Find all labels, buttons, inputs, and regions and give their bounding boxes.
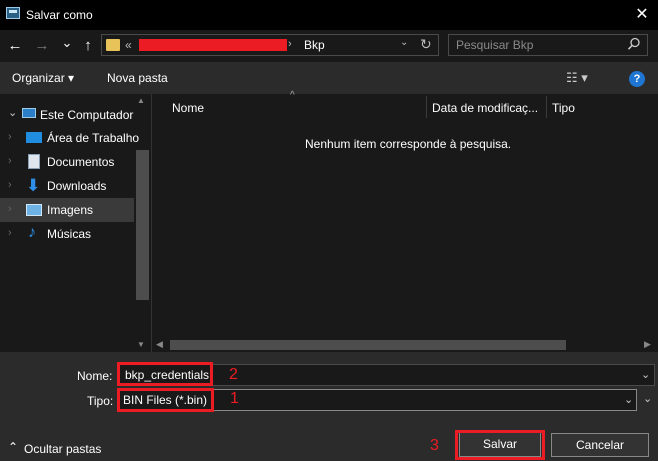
recent-locations-chevron-icon[interactable]: ⌄ (58, 34, 76, 52)
collapsed-chevron-icon[interactable]: › (8, 203, 12, 215)
forward-arrow-icon[interactable]: → (33, 37, 51, 55)
help-icon[interactable]: ? (629, 71, 645, 87)
column-divider[interactable] (426, 96, 427, 118)
search-box[interactable]: Pesquisar Bkp (448, 34, 648, 56)
highlight-box-filename (117, 362, 213, 386)
collapsed-chevron-icon[interactable]: › (8, 179, 12, 191)
documents-icon (28, 154, 40, 169)
sidebar-item-documentos[interactable]: › Documentos (0, 150, 134, 174)
sidebar-item-label: Downloads (47, 179, 107, 193)
close-icon[interactable]: ✕ (632, 4, 652, 24)
downloads-icon: ⬇ (26, 176, 41, 195)
redacted-path-segment (139, 39, 287, 51)
file-list[interactable] (152, 94, 658, 352)
highlight-box-save (455, 430, 545, 460)
breadcrumb-overflow-icon[interactable]: « (125, 38, 132, 52)
app-window-icon (6, 7, 20, 19)
up-arrow-icon[interactable]: ↑ (79, 37, 97, 55)
new-folder-button[interactable]: Nova pasta (107, 71, 168, 85)
collapsed-chevron-icon[interactable]: › (8, 155, 12, 167)
annotation-step-3: 3 (430, 437, 439, 454)
cancel-button[interactable]: Cancelar (551, 433, 649, 457)
expanded-chevron-icon[interactable]: ⌄ (8, 106, 17, 119)
column-header-tipo[interactable]: Tipo (552, 101, 575, 115)
empty-results-message: Nenhum item corresponde à pesquisa. (305, 137, 512, 151)
breadcrumb-separator-icon[interactable]: › (288, 38, 292, 50)
title-bar (0, 0, 658, 30)
pictures-icon (26, 204, 42, 216)
sidebar-scrollbar-thumb[interactable] (136, 150, 149, 300)
column-header-data[interactable]: Data de modificaç... (432, 101, 538, 115)
sidebar-item-area-de-trabalho[interactable]: › Área de Trabalho (0, 126, 139, 150)
sidebar-item-este-computador[interactable]: ⌄ Este Computador (0, 102, 134, 126)
sidebar-item-imagens[interactable]: › Imagens (0, 198, 134, 222)
filename-dropdown-icon[interactable]: ⌄ (641, 368, 650, 381)
sidebar-item-label: Documentos (47, 155, 115, 169)
sidebar-item-label: Imagens (47, 203, 94, 217)
annotation-step-2: 2 (229, 366, 238, 383)
sidebar-item-downloads[interactable]: › ⬇ Downloads (0, 174, 134, 198)
folder-icon (106, 39, 120, 51)
navigation-pane: ⌄ Este Computador › Área de Trabalho › D… (0, 94, 151, 352)
view-options-icon[interactable]: ☷ ▾ (566, 70, 588, 86)
back-arrow-icon[interactable]: ← (6, 37, 24, 55)
hide-folders-chevron-icon[interactable]: ⌃ (8, 440, 18, 454)
desktop-icon (26, 132, 42, 143)
filetype-side-arrow[interactable]: ⌄ (640, 389, 656, 411)
filename-label: Nome: (77, 369, 113, 383)
breadcrumb-current-folder[interactable]: Bkp (304, 38, 325, 52)
horizontal-scrollbar-thumb[interactable] (170, 340, 566, 350)
column-header-nome[interactable]: Nome (172, 101, 204, 115)
sidebar-item-label: Músicas (47, 227, 92, 241)
address-bar[interactable]: « › Bkp ⌄ ↻ (101, 34, 439, 56)
collapsed-chevron-icon[interactable]: › (8, 131, 12, 143)
organize-menu-button[interactable]: Organizar ▾ (12, 71, 74, 85)
column-divider[interactable] (546, 96, 547, 118)
filetype-dropdown-icon[interactable]: ⌄ (624, 393, 633, 406)
scroll-up-icon[interactable]: ▲ (137, 96, 145, 105)
scroll-right-icon[interactable]: ▶ (644, 339, 651, 350)
command-bar: Organizar ▾ Nova pasta ☷ ▾ ? (0, 62, 658, 94)
annotation-step-1: 1 (230, 390, 239, 407)
refresh-icon[interactable]: ↻ (420, 36, 432, 53)
search-icon[interactable] (627, 37, 641, 54)
sidebar-item-musicas[interactable]: › ♪ Músicas (0, 222, 134, 246)
highlight-box-filetype (117, 388, 214, 412)
music-icon: ♪ (28, 224, 36, 241)
window-title: Salvar como (26, 8, 93, 22)
scroll-down-icon[interactable]: ▼ (137, 340, 145, 349)
search-placeholder[interactable]: Pesquisar Bkp (456, 38, 533, 52)
collapsed-chevron-icon[interactable]: › (8, 227, 12, 239)
filetype-label: Tipo: (87, 394, 114, 408)
sidebar-item-label: Este Computador (40, 108, 134, 122)
hide-folders-button[interactable]: Ocultar pastas (24, 442, 101, 456)
filetype-side-dropdown-icon[interactable]: ⌄ (643, 392, 652, 405)
sort-ascending-icon: ^ (290, 90, 295, 101)
sidebar-item-label: Área de Trabalho (47, 131, 140, 145)
address-dropdown-icon[interactable]: ⌄ (400, 37, 408, 48)
scroll-left-icon[interactable]: ◀ (156, 339, 163, 350)
computer-icon (22, 108, 36, 118)
